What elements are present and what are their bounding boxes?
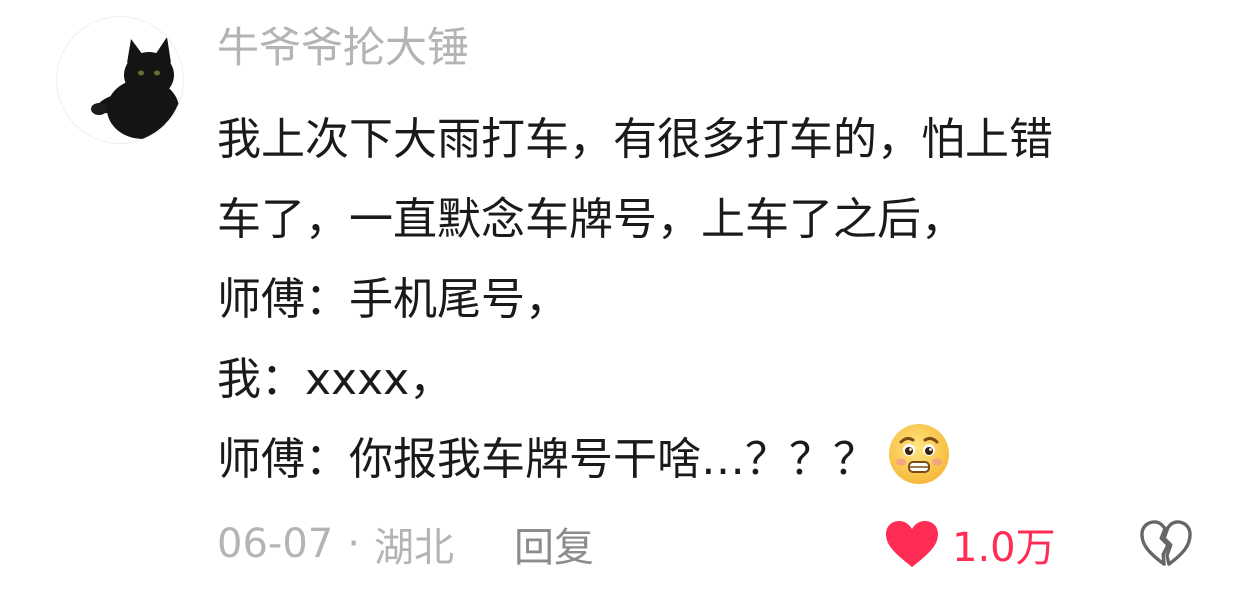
- broken-heart-icon: [1140, 520, 1192, 566]
- avatar[interactable]: [56, 16, 184, 144]
- reply-button[interactable]: 回复: [514, 515, 594, 573]
- black-cat-avatar-icon: [57, 17, 183, 143]
- comment-line-text: 师傅：你报我车牌号干啥…？？？: [217, 434, 877, 485]
- comment-line-last: 师傅：你报我车牌号干啥…？？？: [217, 420, 1227, 500]
- meta-separator: ·: [347, 521, 360, 567]
- comment-location: 湖北: [373, 525, 454, 571]
- like-button[interactable]: 1.0万: [884, 514, 1056, 574]
- pleading-face-emoji-icon: [887, 422, 951, 486]
- heart-icon: [886, 521, 938, 567]
- comment-line: 我：xxxx，: [217, 354, 454, 405]
- comment-username[interactable]: 牛爷爷抡大锤: [217, 22, 469, 74]
- dislike-button[interactable]: [1136, 514, 1196, 574]
- comment-meta: 06-07 · 湖北 回复: [217, 514, 594, 574]
- comment-line: 我上次下大雨打车，有很多打车的，怕上错: [217, 114, 1053, 165]
- like-count: 1.0万: [952, 525, 1056, 571]
- comment-line: 师傅：手机尾号，: [217, 274, 569, 325]
- comment-text: 我上次下大雨打车，有很多打车的，怕上错 车了，一直默念车牌号，上车了之后， 师傅…: [217, 100, 1227, 500]
- comment-line: 车了，一直默念车牌号，上车了之后，: [217, 194, 965, 245]
- comment-date: 06-07: [217, 521, 334, 567]
